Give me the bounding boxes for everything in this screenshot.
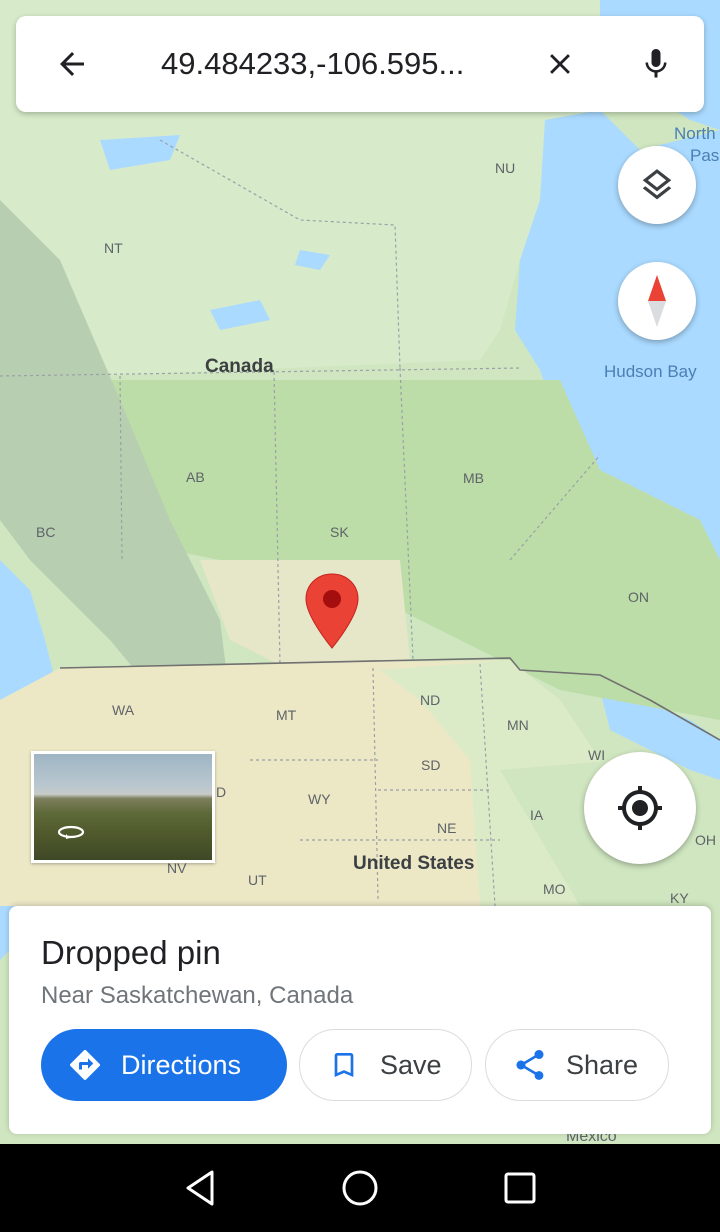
save-label: Save xyxy=(380,1049,442,1080)
nav-back-button[interactable] xyxy=(178,1166,222,1210)
map-label-nt: NT xyxy=(104,240,123,256)
map-label-mb: MB xyxy=(463,470,484,486)
map-label-ia: IA xyxy=(530,807,544,823)
save-button[interactable]: Save xyxy=(299,1029,472,1101)
map-label-ne: NE xyxy=(437,820,457,836)
street-view-thumbnail[interactable] xyxy=(31,751,215,863)
directions-button[interactable]: Directions xyxy=(41,1029,287,1101)
map-label-mo: MO xyxy=(543,881,566,897)
nav-recent-icon xyxy=(504,1172,536,1204)
mic-icon xyxy=(645,49,667,78)
share-label: Share xyxy=(566,1049,639,1080)
search-input[interactable]: 49.484233,-106.595... xyxy=(161,44,521,84)
map-label-united-states: United States xyxy=(353,853,475,874)
voice-search-button[interactable] xyxy=(636,42,676,86)
map-label-mn: MN xyxy=(507,717,529,733)
directions-icon xyxy=(67,1047,103,1083)
dropped-pin-marker[interactable] xyxy=(304,572,360,652)
nav-recent-button[interactable] xyxy=(498,1166,542,1210)
map-label-on: ON xyxy=(628,589,649,605)
place-card[interactable]: Dropped pin Near Saskatchewan, Canada Di… xyxy=(9,906,711,1134)
share-icon xyxy=(512,1047,548,1083)
layers-icon xyxy=(642,169,672,200)
map-label-ab: AB xyxy=(186,469,205,485)
street-view-image xyxy=(34,754,212,860)
map-label-wa: WA xyxy=(112,702,135,718)
close-icon xyxy=(550,54,570,74)
back-button[interactable] xyxy=(52,44,92,84)
map-label-hudson-bay: Hudson Bay xyxy=(604,362,697,381)
place-subtitle: Near Saskatchewan, Canada xyxy=(41,982,354,1009)
bookmark-icon xyxy=(326,1047,362,1083)
street-view-360-icon xyxy=(57,825,85,839)
map-label-ky: KY xyxy=(670,890,689,906)
map-label-wi: WI xyxy=(588,747,606,763)
nav-home-button[interactable] xyxy=(338,1166,382,1210)
map-label-canada: Canada xyxy=(205,356,274,377)
map-label-sk: SK xyxy=(330,524,349,540)
map-label-sd: SD xyxy=(421,757,441,773)
directions-label: Directions xyxy=(121,1049,242,1080)
map-label-ut: UT xyxy=(248,872,267,888)
nav-back-icon xyxy=(186,1170,214,1206)
map-label-bc: BC xyxy=(36,524,56,540)
compass-button[interactable] xyxy=(618,262,696,340)
layers-button[interactable] xyxy=(618,146,696,224)
map-label-mt: MT xyxy=(276,707,297,723)
my-location-icon xyxy=(618,786,662,830)
map-label-nd: ND xyxy=(420,692,441,708)
search-bar[interactable]: 49.484233,-106.595... xyxy=(16,16,704,112)
system-navigation-bar xyxy=(0,1144,720,1232)
map-label-wy: WY xyxy=(308,791,331,807)
map-label-north-pass-2: Pas xyxy=(690,146,720,165)
my-location-button[interactable] xyxy=(584,752,696,864)
map-label-id: D xyxy=(216,784,227,800)
clear-button[interactable] xyxy=(540,44,580,84)
compass-icon xyxy=(648,275,666,327)
place-title: Dropped pin xyxy=(41,934,221,971)
map-label-oh: OH xyxy=(695,832,716,848)
map-label-north-pass: North xyxy=(674,124,716,143)
map-label-nu: NU xyxy=(495,160,516,176)
nav-home-icon xyxy=(342,1170,378,1206)
back-arrow-icon xyxy=(60,52,84,76)
share-button[interactable]: Share xyxy=(485,1029,669,1101)
